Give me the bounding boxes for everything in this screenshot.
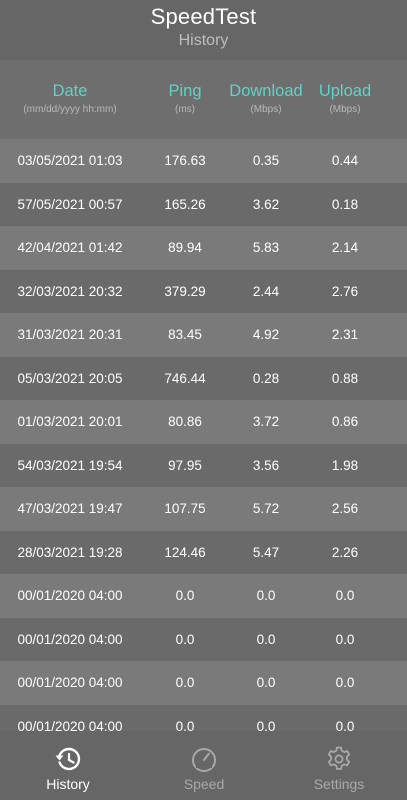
- history-list[interactable]: 03/05/2021 01:03 176.63 0.35 0.44 57/05/2021…: [0, 139, 407, 731]
- cell-download: 0.0: [256, 631, 276, 647]
- cell-upload: 0.0: [335, 718, 355, 732]
- gear-icon: [327, 746, 351, 770]
- cell-date: 05/03/2021 20:05: [17, 370, 123, 386]
- cell-upload: 0.0: [335, 588, 355, 603]
- cell-date: 57/05/2021 00:57: [17, 196, 123, 212]
- nav-item-history[interactable]: History: [0, 731, 136, 800]
- cell-date: 32/03/2021 20:32: [17, 283, 123, 299]
- nav-label-settings: Settings: [313, 776, 365, 792]
- table-row: 00/01/2020 04:00 0.0 0.0 0.0: [0, 574, 407, 618]
- table-row: 05/03/2021 20:05 746.44 0.28 0.88: [0, 356, 407, 400]
- cell-download: 0.0: [256, 675, 276, 690]
- table-row: 00/01/2020 04:00 0.0 0.0 0.0: [0, 704, 407, 732]
- column-unit-upload: (Mbps): [329, 104, 361, 115]
- cell-upload: 0.0: [335, 631, 355, 647]
- table-row: 47/03/2021 19:47 107.75 5.72 2.56: [0, 487, 407, 531]
- cell-ping: 0.0: [175, 718, 195, 732]
- cell-date: 54/03/2021 19:54: [17, 457, 123, 473]
- column-label-ping: Ping: [168, 82, 202, 100]
- table-row: 57/05/2021 00:57 165.26 3.62 0.18: [0, 182, 407, 226]
- cell-upload: 0.18: [331, 196, 359, 212]
- cell-ping: 165.26: [164, 196, 206, 212]
- cell-date: 01/03/2021 20:01: [17, 414, 123, 429]
- nav-item-settings[interactable]: Settings: [271, 731, 407, 800]
- column-label-upload: Upload: [318, 82, 372, 100]
- cell-download: 0.0: [256, 718, 276, 732]
- table-row: 03/05/2021 01:03 176.63 0.35 0.44: [0, 139, 407, 183]
- cell-date: 00/01/2020 04:00: [17, 675, 123, 690]
- cell-ping: 746.44: [164, 370, 206, 386]
- bottom-navigation: History Speed Settings: [0, 731, 407, 800]
- cell-ping: 83.45: [168, 327, 202, 342]
- nav-item-speed[interactable]: Speed: [136, 731, 272, 800]
- cell-ping: 80.86: [168, 414, 202, 429]
- cell-upload: 2.31: [331, 327, 359, 342]
- cell-date: 47/03/2021 19:47: [17, 501, 123, 516]
- cell-upload: 0.88: [331, 370, 359, 386]
- cell-download: 0.28: [252, 370, 280, 386]
- cell-upload: 0.86: [331, 414, 359, 429]
- cell-upload: 2.56: [331, 501, 359, 516]
- cell-ping: 0.0: [175, 675, 195, 690]
- cell-date: 00/01/2020 04:00: [17, 718, 123, 732]
- table-row: 01/03/2021 20:01 80.86 3.72 0.86: [0, 400, 407, 444]
- table-row: 42/04/2021 01:42 89.94 5.83 2.14: [0, 226, 407, 270]
- cell-download: 3.56: [252, 457, 280, 473]
- page-subtitle: History: [178, 32, 229, 49]
- table-row: 32/03/2021 20:32 379.29 2.44 2.76: [0, 269, 407, 313]
- cell-upload: 1.98: [331, 457, 359, 473]
- column-unit-date: (mm/dd/yyyy hh:mm): [23, 104, 117, 115]
- cell-download: 0.35: [252, 153, 280, 168]
- nav-label-history: History: [46, 776, 90, 792]
- cell-ping: 0.0: [175, 631, 195, 647]
- cell-download: 4.92: [252, 327, 280, 342]
- cell-date: 03/05/2021 01:03: [17, 153, 123, 168]
- cell-ping: 176.63: [164, 153, 206, 168]
- column-unit-ping: (ms): [175, 104, 195, 115]
- column-unit-download: (Mbps): [250, 104, 282, 115]
- cell-upload: 2.14: [331, 240, 359, 255]
- table-row: 00/01/2020 04:00 0.0 0.0 0.0: [0, 617, 407, 661]
- cell-ping: 107.75: [164, 501, 206, 516]
- table-row: 00/01/2020 04:00 0.0 0.0 0.0: [0, 661, 407, 705]
- app-title: SpeedTest: [150, 4, 257, 29]
- cell-date: 31/03/2021 20:31: [17, 327, 123, 342]
- app-header: SpeedTest History: [0, 0, 407, 60]
- cell-date: 00/01/2020 04:00: [17, 631, 123, 647]
- table-header: Date (mm/dd/yyyy hh:mm) Ping (ms) Downlo…: [0, 60, 407, 140]
- cell-upload: 2.76: [331, 283, 359, 299]
- cell-download: 3.72: [252, 414, 280, 429]
- cell-download: 0.0: [256, 588, 276, 603]
- table-row: 54/03/2021 19:54 97.95 3.56 1.98: [0, 443, 407, 487]
- cell-download: 2.44: [252, 283, 280, 299]
- table-row: 31/03/2021 20:31 83.45 4.92 2.31: [0, 313, 407, 357]
- cell-ping: 0.0: [175, 588, 195, 603]
- cell-download: 5.72: [252, 501, 280, 516]
- cell-ping: 379.29: [164, 283, 206, 299]
- cell-upload: 2.26: [331, 544, 359, 560]
- cell-ping: 97.95: [168, 457, 202, 473]
- cell-date: 28/03/2021 19:28: [17, 544, 123, 560]
- cell-date: 00/01/2020 04:00: [17, 588, 123, 603]
- cell-date: 42/04/2021 01:42: [17, 240, 123, 255]
- history-icon: [55, 747, 81, 771]
- column-label-download: Download: [229, 82, 303, 100]
- cell-ping: 89.94: [168, 240, 202, 255]
- cell-upload: 0.44: [331, 153, 359, 168]
- speedometer-icon: [192, 748, 216, 772]
- column-label-date: Date: [52, 82, 88, 100]
- cell-download: 5.83: [252, 240, 280, 255]
- cell-ping: 124.46: [164, 544, 206, 560]
- cell-upload: 0.0: [335, 675, 355, 690]
- nav-label-speed: Speed: [183, 776, 225, 792]
- table-row: 28/03/2021 19:28 124.46 5.47 2.26: [0, 530, 407, 574]
- cell-download: 3.62: [252, 196, 280, 212]
- cell-download: 5.47: [252, 544, 280, 560]
